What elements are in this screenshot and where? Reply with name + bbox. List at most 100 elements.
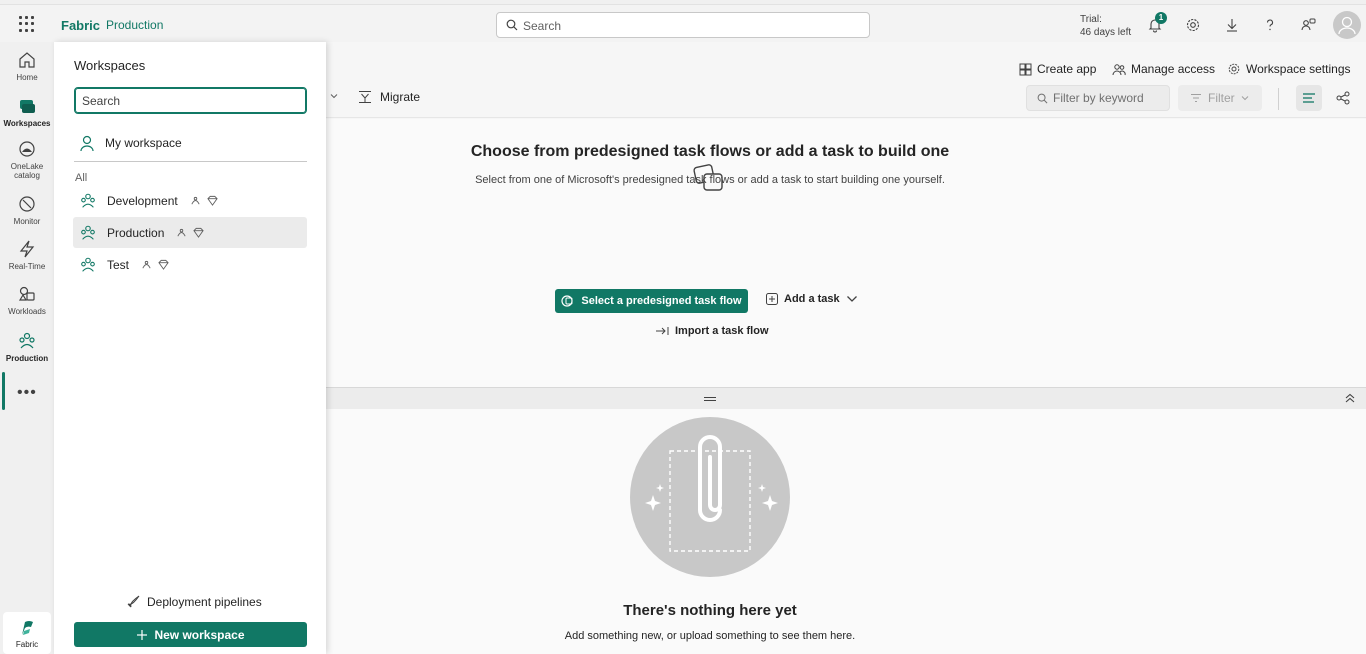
import-task-flow-label: Import a task flow: [675, 325, 769, 337]
deployment-pipelines-label: Deployment pipelines: [147, 595, 262, 609]
question-mark-icon: [1266, 19, 1273, 31]
list-view-toggle[interactable]: [1296, 85, 1322, 111]
rocket-icon: [127, 595, 140, 608]
manage-access-label: Manage access: [1131, 62, 1216, 76]
chevron-down-icon[interactable]: [330, 92, 338, 100]
global-search[interactable]: [496, 12, 870, 38]
rail-item-real-time[interactable]: Real-Time: [0, 239, 54, 271]
workspace-item-production[interactable]: Production: [73, 217, 307, 248]
gear-icon: [1186, 18, 1200, 32]
workspace-settings-button[interactable]: Workspace settings: [1227, 62, 1351, 76]
trial-days-left: 46 days left: [1080, 27, 1132, 38]
rail-item-monitor[interactable]: Monitor: [0, 194, 54, 226]
flyout-title: Workspaces: [74, 58, 146, 73]
trial-capacity-icon: [191, 196, 200, 205]
current-workspace-breadcrumb[interactable]: Production: [106, 18, 163, 32]
new-workspace-label: New workspace: [154, 627, 245, 642]
download-icon: [1227, 19, 1237, 32]
task-flow-select-icon: [561, 295, 574, 307]
user-avatar[interactable]: [1333, 11, 1361, 39]
workspace-people-icon: [81, 193, 95, 208]
trial-status[interactable]: Trial: 46 days left: [1080, 13, 1131, 39]
workspace-item-test[interactable]: Test: [73, 249, 307, 280]
my-workspace-label: My workspace: [105, 135, 182, 150]
trial-label: Trial:: [1080, 14, 1102, 25]
rail-item-onelake-catalog[interactable]: OneLake catalog: [0, 139, 54, 180]
task-flow-title: Choose from predesigned task flows or ad…: [470, 143, 950, 160]
fabric-logo-icon: [22, 621, 33, 635]
rail-item-workloads[interactable]: Workloads: [0, 284, 54, 316]
select-predesigned-task-flow-button[interactable]: Select a predesigned task flow: [555, 289, 748, 313]
fabric-experience-switcher[interactable]: Fabric: [3, 612, 51, 654]
rail-item-workspaces[interactable]: Workspaces: [0, 96, 54, 128]
rail-item-label: Production: [5, 354, 49, 363]
add-task-label: Add a task: [784, 293, 840, 305]
premium-diamond-icon: [207, 195, 218, 206]
manage-access-button[interactable]: Manage access: [1112, 62, 1215, 76]
rail-item-production[interactable]: Production: [0, 331, 54, 363]
my-workspace-item[interactable]: My workspace: [73, 127, 307, 158]
lineage-view-toggle[interactable]: [1330, 85, 1356, 111]
task-flow-subtitle: Select from one of Microsoft's predesign…: [475, 174, 945, 186]
new-workspace-button[interactable]: New workspace: [74, 622, 307, 647]
help-button[interactable]: [1260, 15, 1280, 35]
person-icon: [80, 135, 94, 151]
download-button[interactable]: [1222, 15, 1242, 35]
rail-item-label: Monitor: [13, 217, 41, 226]
create-app-label: Create app: [1037, 62, 1097, 76]
premium-diamond-icon: [158, 259, 169, 270]
workloads-icon: [18, 286, 35, 301]
search-icon: [1037, 93, 1048, 104]
flyout-divider: [74, 161, 307, 162]
rail-item-label: Real-Time: [8, 262, 46, 271]
global-search-input[interactable]: [523, 17, 853, 34]
filter-keyword-input[interactable]: [1053, 91, 1163, 105]
filter-label: Filter: [1208, 91, 1235, 105]
import-task-flow-button[interactable]: Import a task flow: [655, 325, 769, 337]
workspace-item-development[interactable]: Development: [73, 185, 307, 216]
left-navigation-rail: Home Workspaces OneLake catalog Monitor …: [0, 42, 54, 654]
filter-by-keyword[interactable]: [1026, 85, 1170, 111]
list-view-icon: [1303, 93, 1315, 103]
workspace-name: Production: [107, 225, 165, 240]
drag-handle-icon[interactable]: [704, 397, 716, 401]
collapse-up-icon[interactable]: [1344, 392, 1356, 404]
brand-name[interactable]: Fabric: [61, 18, 100, 33]
app-launcher-icon[interactable]: [18, 15, 36, 33]
workspace-search-input[interactable]: [82, 94, 297, 108]
workspace-people-icon: [81, 225, 95, 240]
premium-diamond-icon: [193, 227, 205, 238]
settings-button[interactable]: [1183, 15, 1203, 35]
all-workspaces-heading: All: [75, 172, 88, 184]
rail-item-home[interactable]: Home: [0, 50, 54, 82]
home-icon: [19, 52, 35, 68]
more-options-icon[interactable]: •••: [17, 384, 37, 402]
filter-button[interactable]: Filter: [1178, 85, 1262, 111]
filter-icon: [1191, 94, 1201, 102]
workspace-name: Development: [107, 193, 178, 208]
rail-item-label: Workspaces: [3, 119, 51, 128]
select-task-flow-label: Select a predesigned task flow: [581, 295, 742, 307]
add-square-icon: [766, 293, 778, 305]
gear-icon: [1228, 63, 1240, 75]
toolbar-divider: [1278, 88, 1279, 110]
rail-item-label: Workloads: [8, 307, 46, 316]
migrate-button[interactable]: Migrate: [358, 90, 420, 104]
rail-item-label: OneLake catalog: [10, 162, 44, 180]
create-app-button[interactable]: Create app: [1019, 62, 1096, 76]
workspace-name: Test: [107, 257, 130, 272]
deployment-pipelines-link[interactable]: Deployment pipelines: [126, 595, 262, 609]
workspace-settings-label: Workspace settings: [1246, 62, 1351, 76]
workspace-search[interactable]: [74, 87, 307, 114]
workspaces-flyout: Workspaces My workspace All Development …: [54, 42, 326, 654]
paperclip-icon: [645, 435, 778, 552]
migrate-icon: [359, 91, 371, 103]
notification-count-badge: 1: [1155, 12, 1167, 24]
migrate-label: Migrate: [380, 90, 421, 104]
people-feedback-icon: [1301, 18, 1316, 31]
plus-icon: [137, 629, 148, 640]
add-a-task-button[interactable]: Add a task: [766, 293, 858, 305]
share-feedback-button[interactable]: [1298, 15, 1318, 35]
fabric-label: Fabric: [15, 640, 39, 649]
rail-item-label: Home: [16, 73, 38, 82]
